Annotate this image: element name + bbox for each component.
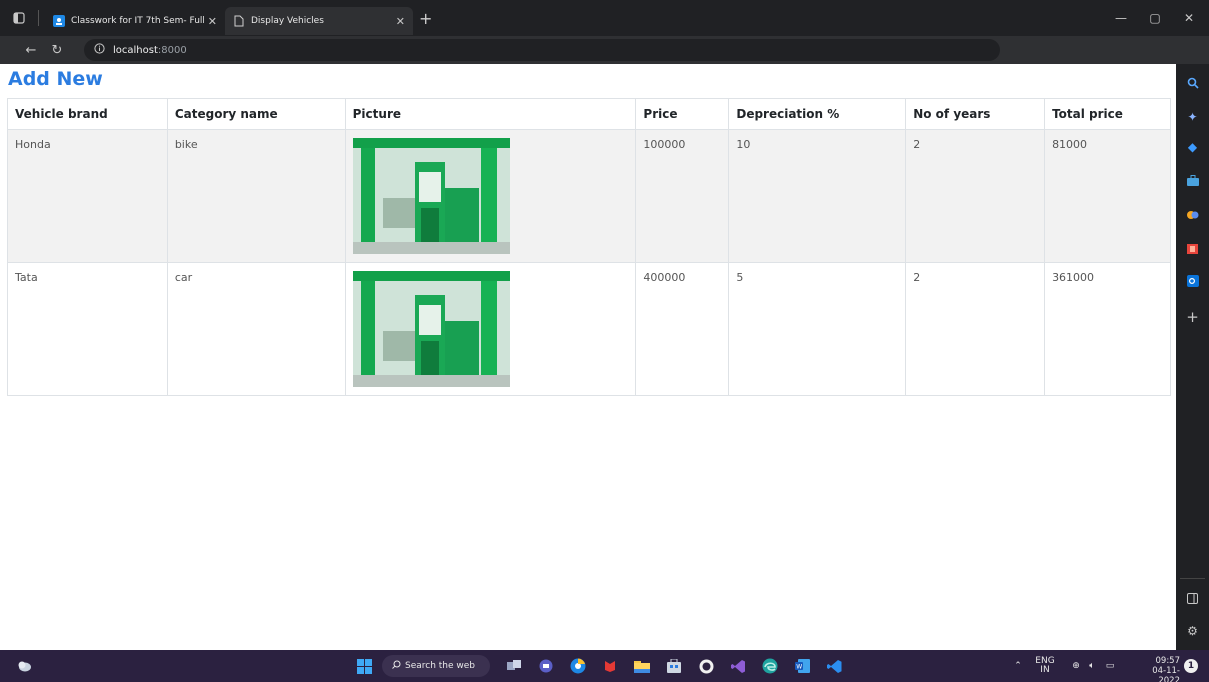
clock-time: 09:57	[1155, 656, 1181, 666]
cell-picture	[344, 129, 637, 263]
cell-category: car	[166, 262, 346, 396]
browser-tab-strip: Classwork for IT 7th Sem- Fullsta ✕ Disp…	[0, 0, 1209, 36]
games-icon[interactable]	[1182, 204, 1203, 225]
cell-years: 2	[905, 262, 1046, 396]
cell-price: 400000	[635, 262, 730, 396]
office-icon[interactable]	[1182, 238, 1203, 259]
task-view-icon[interactable]	[504, 656, 524, 676]
info-icon[interactable]	[94, 43, 105, 57]
table-row: Tata car 400000 5 2 361000	[7, 262, 1171, 396]
cell-brand: Honda	[7, 129, 168, 263]
page-content: Add New Vehicle brand Category name Pict…	[0, 64, 1176, 650]
tab-title: Classwork for IT 7th Sem- Fullsta	[71, 16, 204, 26]
cell-total-price: 361000	[1044, 262, 1171, 396]
tab-title: Display Vehicles	[251, 16, 324, 26]
github-desktop-icon[interactable]	[696, 656, 716, 676]
search-placeholder-text: Search the web	[405, 661, 476, 671]
hide-sidebar-icon[interactable]	[1182, 588, 1203, 609]
refresh-icon[interactable]: ↻	[44, 38, 70, 62]
discover-icon[interactable]: ✦	[1182, 106, 1203, 127]
mcafee-icon[interactable]	[600, 656, 620, 676]
file-explorer-icon[interactable]	[632, 656, 652, 676]
vscode-icon[interactable]	[824, 656, 844, 676]
cell-brand: Tata	[7, 262, 168, 396]
taskbar-search-box[interactable]: Search the web	[382, 655, 490, 677]
search-icon	[392, 660, 401, 672]
table-row: Honda bike 100000 10 2 81000	[7, 129, 1171, 263]
tab-display-vehicles[interactable]: Display Vehicles ✕	[225, 7, 413, 35]
word-icon[interactable]: W	[792, 656, 812, 676]
table-header-row: Vehicle brand Category name Picture Pric…	[7, 98, 1171, 130]
cell-picture	[344, 262, 637, 396]
clock[interactable]: 09:57 04-11-2022	[1136, 656, 1180, 682]
battery-icon[interactable]: ▭	[1102, 650, 1118, 682]
restore-icon[interactable]: ▢	[1138, 0, 1172, 36]
vehicles-table: Vehicle brand Category name Picture Pric…	[7, 98, 1171, 396]
cell-category: bike	[166, 129, 346, 263]
visual-studio-icon[interactable]	[728, 656, 748, 676]
tools-briefcase-icon[interactable]	[1182, 170, 1203, 191]
volume-icon[interactable]: 🔈︎	[1084, 650, 1100, 682]
header-depreciation: Depreciation %	[728, 98, 907, 130]
language-indicator[interactable]: ENG IN	[1034, 650, 1056, 682]
classroom-favicon-icon	[53, 15, 65, 27]
cell-depreciation: 10	[728, 129, 907, 263]
network-globe-icon[interactable]: ⊕	[1068, 650, 1084, 682]
browser-toolbar: ← ↻ localhost:8000 A ☆ ☆ ⧉ ···	[0, 36, 1209, 93]
notification-badge[interactable]: 1	[1184, 659, 1198, 673]
store-icon[interactable]	[664, 656, 684, 676]
chrome-icon[interactable]	[568, 656, 588, 676]
settings-gear-icon[interactable]: ⚙	[1182, 620, 1203, 641]
windows-taskbar: Search the web W ⌃ ENG IN ⊕ 🔈︎ ▭ 09:57 0…	[0, 650, 1209, 682]
chevron-up-icon[interactable]: ⌃	[1010, 650, 1026, 682]
cell-years: 2	[905, 129, 1046, 263]
header-total-price: Total price	[1044, 98, 1171, 130]
header-vehicle-brand: Vehicle brand	[7, 98, 168, 130]
weather-icon[interactable]	[14, 656, 34, 676]
header-price: Price	[635, 98, 730, 130]
cell-depreciation: 5	[728, 262, 907, 396]
add-new-link[interactable]: Add New	[8, 68, 103, 90]
page-favicon-icon	[233, 15, 245, 27]
shopping-tag-icon[interactable]: ◆	[1182, 136, 1203, 157]
url-host: localhost	[113, 44, 158, 56]
minimize-icon[interactable]: —	[1104, 0, 1138, 36]
back-icon[interactable]: ←	[18, 38, 44, 62]
close-window-icon[interactable]: ✕	[1172, 0, 1206, 36]
vehicle-picture	[352, 271, 510, 387]
header-no-of-years: No of years	[905, 98, 1046, 130]
teams-chat-icon[interactable]	[536, 656, 556, 676]
url-port: :8000	[157, 44, 187, 56]
sidebar-divider	[1180, 578, 1205, 579]
close-tab-icon[interactable]: ✕	[396, 15, 405, 28]
address-bar[interactable]: localhost:8000	[84, 39, 1000, 61]
edge-sidebar: ✦ ◆ + ⚙	[1176, 64, 1209, 650]
header-category-name: Category name	[166, 98, 346, 130]
vehicle-picture	[352, 138, 510, 254]
clock-date: 04-11-2022	[1152, 666, 1180, 682]
tab-classwork[interactable]: Classwork for IT 7th Sem- Fullsta ✕	[45, 7, 225, 35]
tab-actions-icon[interactable]	[6, 5, 32, 31]
edge-browser-icon[interactable]	[760, 656, 780, 676]
cell-total-price: 81000	[1044, 129, 1171, 263]
add-sidebar-app-icon[interactable]: +	[1182, 306, 1203, 327]
svg-text:W: W	[796, 664, 802, 671]
search-icon[interactable]	[1182, 72, 1203, 93]
tab-divider	[38, 10, 39, 26]
close-tab-icon[interactable]: ✕	[208, 15, 217, 28]
language-line2: IN	[1040, 665, 1050, 675]
new-tab-icon[interactable]: +	[419, 9, 432, 28]
header-picture: Picture	[344, 98, 637, 130]
cell-price: 100000	[635, 129, 730, 263]
start-windows-icon[interactable]	[354, 656, 374, 676]
outlook-icon[interactable]	[1182, 270, 1203, 291]
tab-actions-icon-svg	[13, 12, 25, 24]
